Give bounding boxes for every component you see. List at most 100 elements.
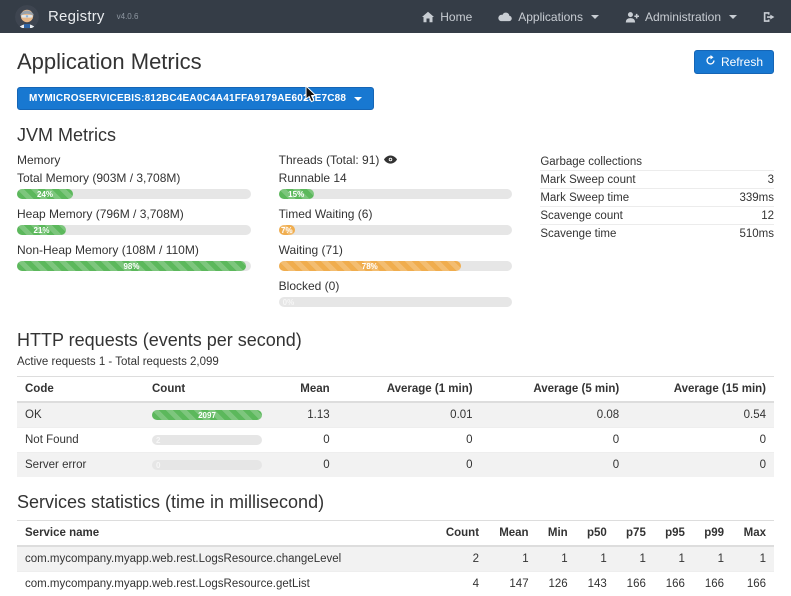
- service-p99: 166: [693, 572, 732, 596]
- http-avg5: 0: [481, 428, 628, 453]
- service-count: 2: [433, 546, 487, 572]
- blocked-label: Blocked (0): [279, 279, 513, 293]
- memory-title: Memory: [17, 153, 251, 167]
- progress-value: 24%: [37, 190, 53, 199]
- col-header-mean: Mean: [487, 521, 537, 547]
- waiting-label: Waiting (71): [279, 243, 513, 257]
- service-p50: 143: [576, 572, 615, 596]
- garbage-collections-column: Garbage collections Mark Sweep count 3 M…: [540, 153, 774, 315]
- sign-out-button[interactable]: [763, 11, 776, 23]
- nav-menu: Home Applications Administration: [422, 10, 776, 24]
- timed-waiting-label: Timed Waiting (6): [279, 207, 513, 221]
- progress-value: 7%: [281, 226, 293, 235]
- progress-value: 0: [156, 461, 160, 470]
- instance-selector-dropdown[interactable]: MYMICROSERVICEBIS:812BC4EA0C4A41FFA9179A…: [17, 87, 374, 110]
- page-title: Application Metrics: [17, 49, 202, 75]
- gc-row: Mark Sweep count 3: [540, 171, 774, 189]
- threads-title: Threads (Total: 91): [279, 153, 380, 167]
- service-max: 1: [732, 546, 774, 572]
- gc-row: Scavenge count 12: [540, 207, 774, 225]
- brand-link[interactable]: Registry v4.0.6: [15, 5, 138, 29]
- progress-value: 2: [156, 436, 160, 445]
- nav-item-label: Applications: [518, 10, 583, 24]
- col-header-avg1: Average (1 min): [338, 377, 481, 403]
- progress-value: 78%: [362, 262, 378, 271]
- table-row: com.mycompany.myapp.web.rest.LogsResourc…: [17, 572, 774, 596]
- timed-waiting-progress: 7%: [279, 225, 513, 235]
- heap-memory-label: Heap Memory (796M / 3,708M): [17, 207, 251, 221]
- col-header-mean: Mean: [270, 377, 338, 403]
- gc-value: 510ms: [739, 228, 774, 240]
- http-avg5: 0: [481, 453, 628, 478]
- refresh-button[interactable]: Refresh: [694, 50, 774, 74]
- nav-item-label: Home: [440, 10, 472, 24]
- services-statistics-title: Services statistics (time in millisecond…: [17, 492, 774, 513]
- nonheap-memory-progress: 98%: [17, 261, 251, 271]
- col-header-p99: p99: [693, 521, 732, 547]
- instance-selector-label: MYMICROSERVICEBIS:812BC4EA0C4A41FFA9179A…: [29, 93, 346, 104]
- table-row: Server error 0 0 0 0 0: [17, 453, 774, 478]
- service-name: com.mycompany.myapp.web.rest.LogsResourc…: [17, 572, 433, 596]
- nav-item-home[interactable]: Home: [422, 10, 472, 24]
- http-avg1: 0.01: [338, 402, 481, 428]
- col-header-avg15: Average (15 min): [627, 377, 774, 403]
- col-header-count: Count: [144, 377, 270, 403]
- service-max: 166: [732, 572, 774, 596]
- threads-column: Threads (Total: 91) Runnable 14 15% Time…: [279, 153, 513, 315]
- progress-value: 21%: [34, 226, 50, 235]
- service-p75: 1: [615, 546, 654, 572]
- caret-down-icon: [354, 97, 362, 101]
- http-count-progress: 0: [152, 460, 262, 470]
- progress-value: 2097: [198, 411, 216, 420]
- progress-value: 98%: [123, 262, 139, 271]
- col-header-count: Count: [433, 521, 487, 547]
- user-plus-icon: [625, 11, 639, 23]
- caret-down-icon: [729, 15, 737, 19]
- service-mean: 147: [487, 572, 537, 596]
- http-mean: 0: [270, 453, 338, 478]
- caret-down-icon: [591, 15, 599, 19]
- http-count-progress: 2097: [152, 410, 262, 420]
- col-header-max: Max: [732, 521, 774, 547]
- memory-column: Memory Total Memory (903M / 3,708M) 24% …: [17, 153, 251, 315]
- gc-row: Mark Sweep time 339ms: [540, 189, 774, 207]
- blocked-progress: 0%: [279, 297, 513, 307]
- col-header-code: Code: [17, 377, 144, 403]
- http-requests-title: HTTP requests (events per second): [17, 330, 774, 351]
- main-content: Application Metrics Refresh MYMICROSERVI…: [0, 33, 791, 596]
- nav-item-label: Administration: [645, 10, 721, 24]
- http-avg15: 0: [627, 453, 774, 478]
- col-header-min: Min: [537, 521, 576, 547]
- refresh-icon: [705, 55, 716, 69]
- brand-version: v4.0.6: [117, 12, 139, 21]
- eye-icon[interactable]: [384, 153, 397, 167]
- nonheap-memory-label: Non-Heap Memory (108M / 110M): [17, 243, 251, 257]
- heap-memory-progress: 21%: [17, 225, 251, 235]
- gc-row: Scavenge time 510ms: [540, 225, 774, 242]
- http-count-progress: 2: [152, 435, 262, 445]
- cloud-icon: [498, 11, 512, 22]
- col-header-p75: p75: [615, 521, 654, 547]
- http-code: Not Found: [17, 428, 144, 453]
- http-avg5: 0.08: [481, 402, 628, 428]
- nav-item-applications[interactable]: Applications: [498, 10, 599, 24]
- service-p95: 166: [654, 572, 693, 596]
- jvm-metrics-title: JVM Metrics: [17, 125, 774, 146]
- gc-label: Scavenge count: [540, 210, 622, 222]
- col-header-service-name: Service name: [17, 521, 433, 547]
- gc-label: Mark Sweep count: [540, 174, 635, 186]
- waiting-progress: 78%: [279, 261, 513, 271]
- gc-value: 3: [768, 174, 774, 186]
- service-p95: 1: [654, 546, 693, 572]
- runnable-label: Runnable 14: [279, 171, 513, 185]
- col-header-avg5: Average (5 min): [481, 377, 628, 403]
- progress-value: 0%: [283, 298, 295, 307]
- service-p50: 1: [576, 546, 615, 572]
- service-p99: 1: [693, 546, 732, 572]
- progress-value: 15%: [288, 190, 304, 199]
- col-header-p95: p95: [654, 521, 693, 547]
- http-avg15: 0.54: [627, 402, 774, 428]
- http-requests-subtitle: Active requests 1 - Total requests 2,099: [17, 356, 774, 368]
- nav-item-administration[interactable]: Administration: [625, 10, 737, 24]
- table-row: OK 2097 1.13 0.01 0.08 0.54: [17, 402, 774, 428]
